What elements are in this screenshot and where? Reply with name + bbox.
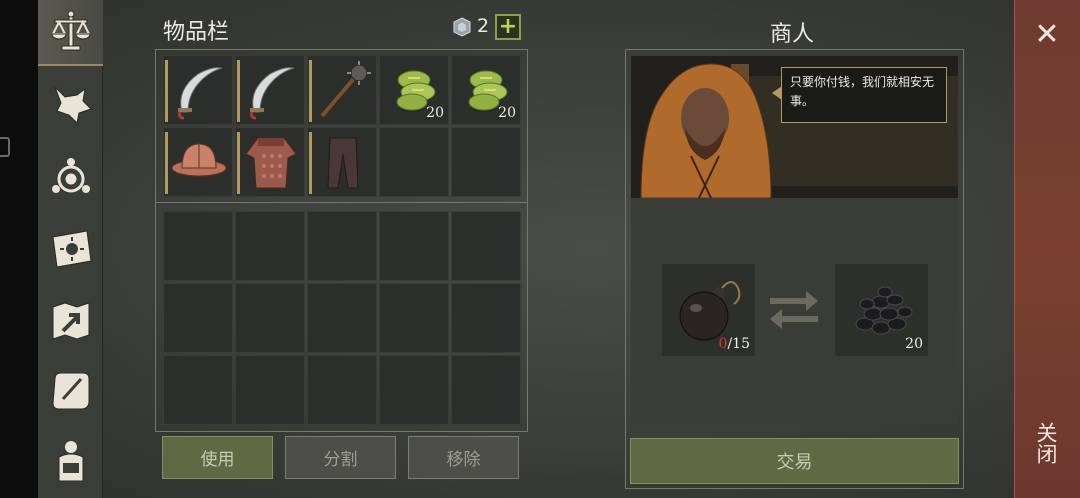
inventory-slot[interactable] [235,211,305,281]
split-button[interactable]: 分割 [285,436,396,479]
trade-scales-icon[interactable] [38,0,103,66]
trade-give-quantity: 0/15 [719,336,750,352]
kettle-helmet-icon [171,143,227,177]
inventory-slot[interactable] [307,283,377,353]
trade-button[interactable]: 交易 [630,438,959,484]
inventory-slot[interactable] [307,211,377,281]
gem-count: 2 [477,15,490,37]
inventory-slot[interactable] [163,355,233,425]
inventory-slot[interactable] [451,211,521,281]
inventory-slot[interactable] [451,355,521,425]
exchange-arrows-icon [770,291,818,329]
inventory-slot[interactable] [163,55,233,125]
equipped-grid: 20 20 [163,55,521,197]
inventory-slot[interactable] [235,283,305,353]
spiked-mace-icon [320,61,371,118]
required-amount: /15 [727,336,750,352]
inventory-title: 物品栏 [163,20,230,45]
inventory-slot[interactable] [451,283,521,353]
inventory-slot[interactable] [163,211,233,281]
inventory-slot[interactable] [379,355,449,425]
map-arrow-icon[interactable] [38,288,103,354]
backpack-grid [163,211,521,425]
inventory-slot[interactable] [379,283,449,353]
inventory-slot[interactable] [235,55,305,125]
scroll-quill-icon[interactable] [38,358,103,424]
game-screen: 物品栏 2 + 20 20 使用 分割 移除 商人 只要你付钱，我们就相安无事。… [0,0,1080,498]
sun-book-icon[interactable] [38,216,103,282]
trade-give-slot[interactable]: 0/15 [661,263,756,357]
use-button[interactable]: 使用 [162,436,273,479]
item-quantity: 20 [426,105,444,121]
inventory-slot[interactable] [307,127,377,197]
inventory-slot[interactable] [235,127,305,197]
inventory-slot[interactable] [235,355,305,425]
device-edge [0,0,38,498]
scimitar-icon [178,67,223,120]
chainmail-shirt-icon [245,137,297,189]
inventory-slot[interactable] [379,127,449,197]
close-icon[interactable]: ✕ [1030,18,1064,52]
merchant-title: 商人 [770,22,815,47]
wolf-head-icon[interactable] [38,72,103,138]
item-quantity: 20 [498,105,516,121]
gem-currency-icon [453,17,471,37]
close-label[interactable]: 关闭 [1034,422,1058,464]
edge-mark [0,137,10,157]
remove-button[interactable]: 移除 [408,436,519,479]
inventory-slot[interactable] [379,211,449,281]
scimitar-icon [250,67,295,120]
character-backpack-icon[interactable] [38,428,103,494]
inventory-slot[interactable]: 20 [379,55,449,125]
inventory-slot[interactable] [307,355,377,425]
skills-emblem-icon[interactable] [38,144,103,210]
trade-receive-quantity: 20 [905,336,923,352]
inventory-slot[interactable] [307,55,377,125]
inventory-slot[interactable]: 20 [451,55,521,125]
leather-pants-icon [327,137,359,189]
inventory-slot[interactable] [163,283,233,353]
trade-receive-slot[interactable]: 20 [834,263,929,357]
inventory-slot[interactable] [163,127,233,197]
add-gems-button[interactable]: + [495,14,521,40]
sidebar [38,0,103,498]
merchant-speech-bubble: 只要你付钱，我们就相安无事。 [772,67,947,123]
inventory-slot[interactable] [451,127,521,197]
